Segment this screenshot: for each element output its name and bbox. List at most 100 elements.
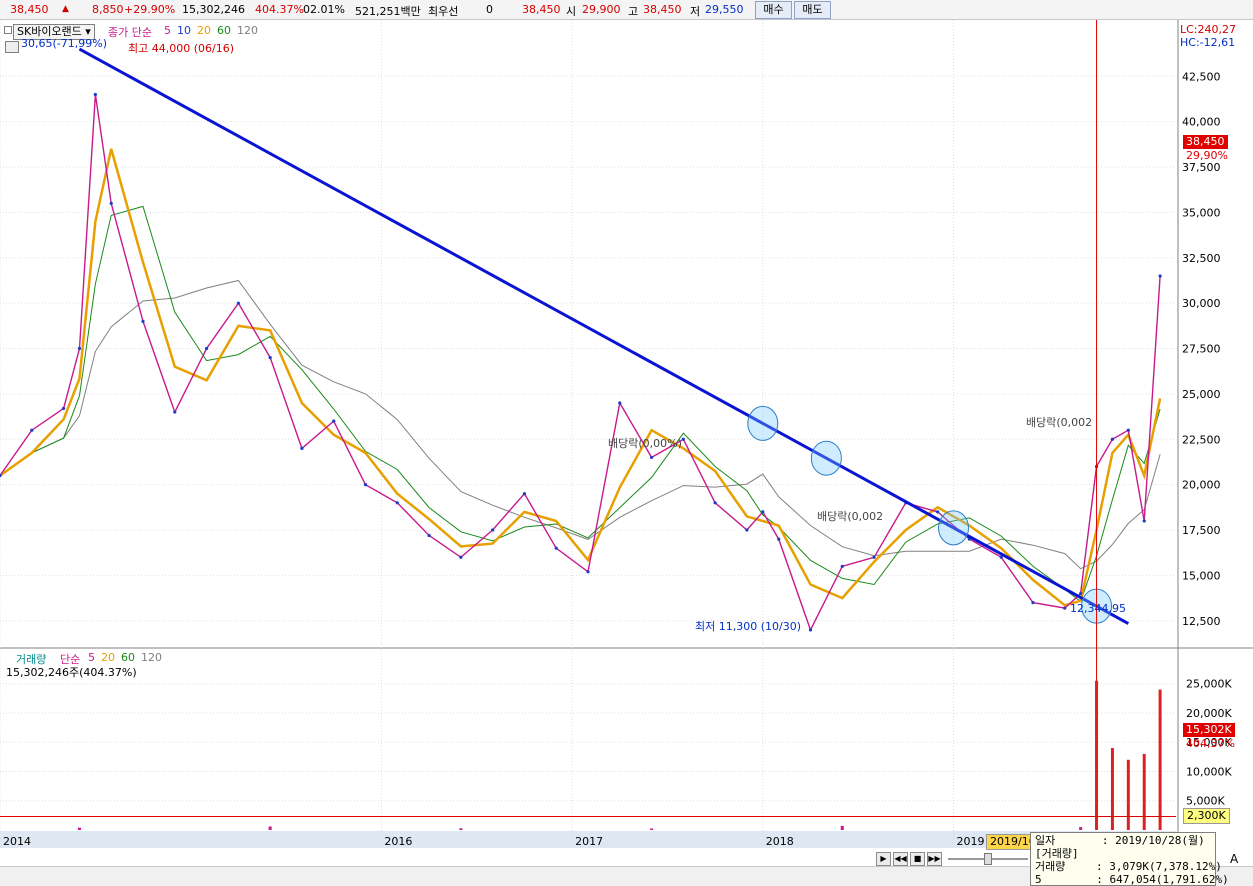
last-volume-tag: 15,302K (1183, 723, 1235, 737)
price-ma-period-10: 10 (177, 24, 191, 37)
price-tick-label: 27,500 (1182, 343, 1221, 356)
zoom-slider-thumb[interactable] (984, 853, 992, 865)
price-tick-label: 20,000 (1182, 479, 1221, 492)
x-tick-label: 2014 (3, 835, 31, 848)
tooltip-date-value: : 2019/10/28(월) (1101, 834, 1205, 847)
rewind-icon[interactable]: ◀◀ (893, 852, 908, 866)
volume-bar (1079, 827, 1083, 830)
dividend-label-2: 배당락(0,002 (817, 510, 884, 523)
price-ma-label: 종가 단순 (108, 26, 152, 39)
price-point (141, 319, 145, 323)
volume-bar (1158, 689, 1162, 830)
price-point (649, 455, 654, 460)
volume-tick-label: 5,000K (1186, 795, 1225, 808)
price-ma-period-120: 120 (237, 24, 258, 37)
low-price-label: 최저 11,300 (10/30) (695, 620, 802, 633)
last-pct-tag: 29,90% (1186, 149, 1228, 162)
price-ma-period-5: 5 (164, 24, 171, 37)
font-size-icon[interactable]: A (1230, 852, 1238, 866)
high-label: 고 (628, 5, 639, 18)
price-point (936, 510, 940, 514)
volume-bar (77, 827, 81, 830)
last-price-tag: 38,450 (1183, 135, 1228, 149)
price-change: 8,850 (92, 3, 124, 16)
price-point (268, 356, 272, 360)
price-point (204, 346, 209, 351)
trend-touch-circle (747, 405, 779, 441)
price-point (300, 446, 304, 450)
tooltip-date-label: 일자 (1035, 834, 1056, 847)
best-bid-label: 최우선 (428, 5, 459, 18)
price-point (332, 419, 336, 423)
buy-button[interactable]: 매수 (755, 1, 792, 19)
price-tick-label: 12,500 (1182, 615, 1221, 628)
sell-button[interactable]: 매도 (794, 1, 831, 19)
price-point (1063, 606, 1067, 610)
price-ma-period-60: 60 (217, 24, 231, 37)
price-point (761, 510, 765, 514)
stop-icon[interactable]: ■ (910, 852, 925, 866)
tooltip-date-row: 일자 : 2019/10/28(월) (1035, 834, 1211, 847)
price-point (1079, 591, 1083, 596)
volume-ma-period-60: 60 (121, 651, 135, 664)
volume-ma-period-120: 120 (141, 651, 162, 664)
volume-ma-periods: 5 20 60 120 (88, 651, 168, 664)
price-point (363, 483, 368, 487)
best-price: 38,450 (522, 3, 561, 16)
table-icon[interactable] (5, 41, 19, 53)
fast-forward-icon[interactable]: ▶▶ (927, 852, 942, 866)
tooltip-row2-label: 5 (1035, 873, 1042, 886)
x-tick-label: 2016 (384, 835, 412, 848)
x-tick-label: 2019 (957, 835, 985, 848)
price-change-pct: +29.90% (124, 3, 176, 16)
lc-label: LC:240,27 (1180, 23, 1237, 36)
price-point (1126, 428, 1130, 432)
dividend-label-1: 배당락(0,00%) (608, 437, 682, 450)
x-tick-label: 2018 (766, 835, 794, 848)
volume-bar (1110, 748, 1114, 830)
x-tick-label: 2017 (575, 835, 603, 848)
legend-toggle-icon[interactable] (4, 26, 12, 34)
scroll-right-icon[interactable]: ▶ (876, 852, 891, 866)
volume-ma-tag: 2,300K (1183, 808, 1230, 824)
high-price-label: 최고 44,000 (06/16) (128, 42, 235, 55)
high-price: 38,450 (643, 3, 682, 16)
price-tick-label: 22,500 (1182, 433, 1221, 446)
price-tick-label: 25,000 (1182, 388, 1221, 401)
tooltip-row-2: 5 : 647,054(1,791.62%) (1035, 873, 1229, 886)
data-tooltip: 일자 : 2019/10/28(월) [거래량] 거래량 : 3,079K(7,… (1030, 832, 1229, 886)
volume-tick-label: 25,000K (1186, 678, 1232, 691)
price-point (61, 406, 66, 411)
volume-bar (650, 828, 654, 830)
tooltip-section: [거래량] (1035, 847, 1079, 860)
dividend-label-3: 배당락(0,002 (1026, 416, 1093, 429)
price-point (491, 528, 495, 532)
open-price: 29,900 (582, 3, 621, 16)
price-point (745, 528, 749, 532)
volume-ma-period-5: 5 (88, 651, 95, 664)
current-price: 38,450 (10, 3, 49, 16)
quote-bar: 38,450 ▲ 8,850 +29.90% 15,302,246 404.37… (0, 0, 1253, 20)
price-point (1158, 274, 1162, 278)
volume-tick-label: 20,000K (1186, 707, 1232, 720)
volume-bar (1095, 680, 1099, 830)
up-arrow-icon: ▲ (62, 4, 69, 14)
trendline-end-label: 12,344,95 (1070, 602, 1126, 615)
price-point (872, 555, 876, 559)
trade-volume: 15,302,246 (182, 3, 245, 16)
high-ratio-label: 30,65(-71,99%) (21, 37, 107, 50)
trade-amount: 521,251백만 (355, 5, 421, 18)
price-point (30, 428, 34, 432)
price-point (427, 533, 431, 538)
price-tick-label: 17,500 (1182, 524, 1221, 537)
price-ma-period-20: 20 (197, 24, 211, 37)
volume-current: 15,302,246주(404.37%) (6, 666, 137, 679)
best-bid-qty: 0 (486, 3, 493, 16)
trend-touch-circle (810, 440, 842, 476)
price-point (618, 401, 622, 405)
turnover-ratio: 02.01% (303, 3, 345, 16)
price-point (1142, 519, 1146, 523)
price-ma-periods: 5 10 20 60 120 (164, 24, 264, 37)
price-tick-label: 32,500 (1182, 252, 1221, 265)
volume-bar (268, 826, 272, 830)
